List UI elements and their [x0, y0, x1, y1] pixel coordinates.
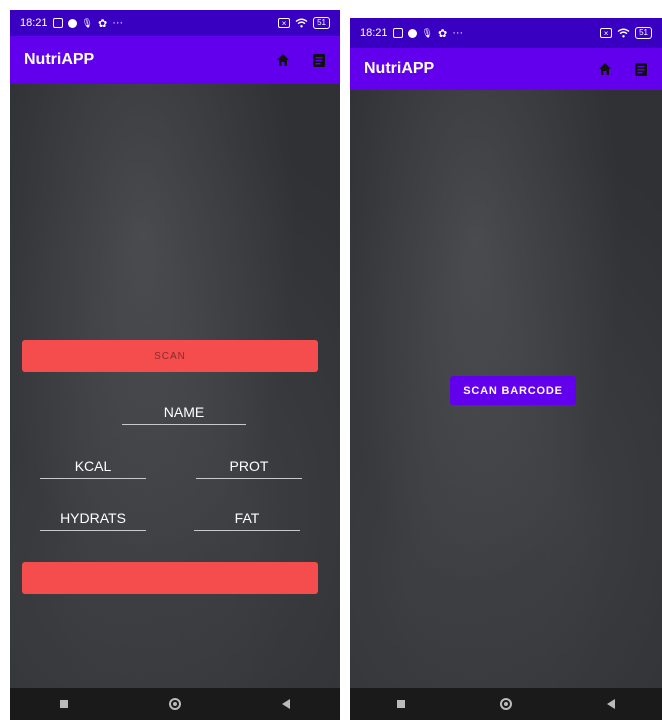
back-button[interactable]: [281, 699, 290, 709]
battery-icon: 51: [313, 17, 330, 29]
sim-off-icon: ×: [600, 28, 613, 38]
home-nav-button[interactable]: [168, 698, 181, 710]
wifi-icon: [617, 28, 630, 38]
app-bar: NutriAPP: [10, 36, 340, 84]
status-time: 18:21: [360, 27, 388, 39]
home-icon[interactable]: [598, 62, 612, 76]
name-field[interactable]: NAME: [122, 404, 246, 425]
list-icon[interactable]: [634, 62, 648, 77]
list-icon[interactable]: [312, 53, 326, 68]
nfc-icon: [392, 28, 403, 38]
navigation-bar: [10, 688, 340, 720]
app-notification-icon: [67, 18, 77, 28]
mic-icon: 🎙: [81, 17, 93, 28]
status-time: 18:21: [20, 17, 48, 29]
app-notification-icon: [407, 28, 417, 38]
settings-icon: ✿: [437, 27, 448, 40]
battery-icon: 51: [635, 27, 652, 39]
status-bar: 18:21 🎙 ✿ ··· × 51: [350, 18, 662, 48]
status-bar: 18:21 🎙 ✿ ··· × 51: [10, 10, 340, 36]
phone-screen-left: 18:21 🎙 ✿ ··· × 51 NutriAPP SCAN NAME KC…: [10, 10, 340, 720]
home-nav-button[interactable]: [499, 698, 512, 710]
app-bar: NutriAPP: [350, 48, 662, 90]
recents-button[interactable]: [60, 700, 69, 708]
prot-field[interactable]: PROT: [196, 458, 302, 479]
main-content: SCAN NAME KCAL PROT HYDRATS FAT: [10, 84, 340, 688]
kcal-field[interactable]: KCAL: [40, 458, 146, 479]
main-content: SCAN BARCODE: [350, 90, 662, 688]
sim-off-icon: ×: [278, 18, 291, 28]
more-notifications: ···: [452, 27, 464, 39]
scan-barcode-button[interactable]: SCAN BARCODE: [450, 376, 576, 405]
home-icon[interactable]: [276, 53, 290, 67]
recents-button[interactable]: [397, 700, 406, 708]
navigation-bar: [350, 688, 662, 720]
phone-screen-right: 18:21 🎙 ✿ ··· × 51 NutriAPP SCAN BARCODE: [350, 18, 662, 720]
fat-field[interactable]: FAT: [194, 510, 300, 531]
submit-button[interactable]: [22, 562, 318, 594]
back-button[interactable]: [606, 699, 615, 709]
wifi-icon: [295, 18, 308, 28]
scan-button[interactable]: SCAN: [22, 340, 318, 372]
more-notifications: ···: [112, 17, 124, 29]
mic-icon: 🎙: [421, 27, 433, 38]
hydrats-field[interactable]: HYDRATS: [40, 510, 146, 531]
nfc-icon: [52, 18, 63, 28]
app-title: NutriAPP: [24, 51, 95, 68]
app-title: NutriAPP: [364, 60, 435, 77]
settings-icon: ✿: [97, 17, 108, 30]
